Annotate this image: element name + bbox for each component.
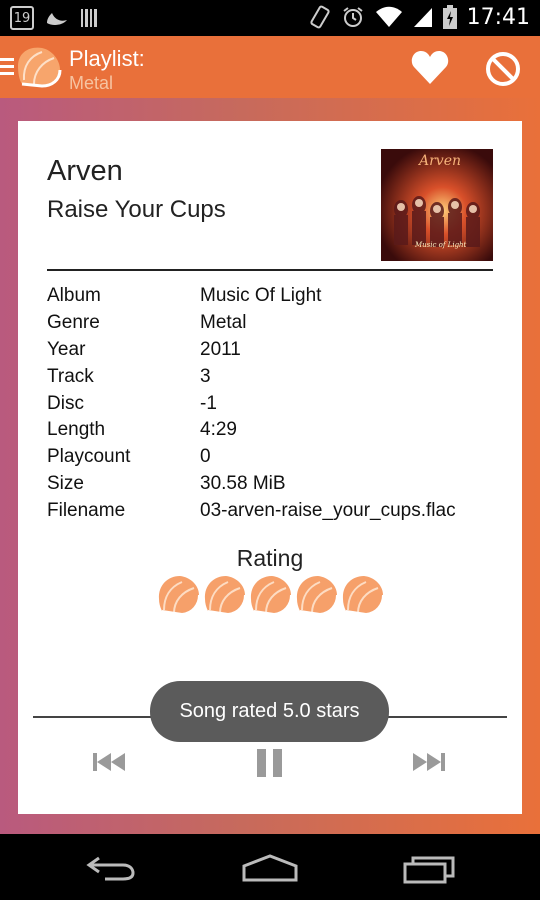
song-title: Raise Your Cups bbox=[47, 196, 226, 223]
metadata-row: Genre Metal bbox=[47, 310, 517, 337]
metadata-value: 03-arven-raise_your_cups.flac bbox=[200, 499, 456, 521]
divider bbox=[47, 269, 493, 271]
metadata-row: Year 2011 bbox=[47, 337, 517, 364]
calendar-icon: 19 bbox=[10, 6, 34, 30]
playback-controls bbox=[18, 747, 522, 787]
barcode-icon bbox=[81, 9, 97, 27]
status-bar: 19 17:41 bbox=[0, 0, 540, 36]
album-art[interactable]: Arven Music of Light bbox=[381, 149, 493, 261]
metadata-key: Genre bbox=[47, 312, 100, 334]
signal-icon bbox=[413, 8, 432, 27]
vibrate-icon bbox=[309, 5, 330, 29]
pause-button[interactable] bbox=[256, 747, 284, 779]
rating-slice-icon[interactable] bbox=[340, 573, 385, 617]
next-track-button[interactable] bbox=[411, 751, 445, 773]
toast-message: Song rated 5.0 stars bbox=[150, 681, 389, 742]
metadata-key: Length bbox=[47, 419, 106, 441]
home-button[interactable] bbox=[240, 854, 300, 882]
app-bar: Playlist: Metal bbox=[0, 36, 540, 103]
menu-icon[interactable] bbox=[0, 58, 14, 79]
metadata-value: 2011 bbox=[200, 338, 241, 360]
previous-track-button[interactable] bbox=[93, 751, 127, 773]
navigation-bar bbox=[0, 834, 540, 900]
clementine-logo-icon[interactable] bbox=[14, 44, 64, 90]
metadata-value: 0 bbox=[200, 446, 211, 468]
wifi-icon bbox=[375, 6, 402, 27]
metadata-value: Metal bbox=[200, 312, 247, 334]
moon-icon bbox=[47, 13, 67, 25]
clock: 17:41 bbox=[466, 4, 530, 30]
metadata-value: 3 bbox=[200, 365, 211, 387]
metadata-value: -1 bbox=[200, 392, 217, 414]
album-art-title: Arven bbox=[419, 153, 462, 169]
metadata-key: Album bbox=[47, 285, 101, 307]
metadata-key: Playcount bbox=[47, 446, 131, 468]
metadata-row: Length 4:29 bbox=[47, 417, 517, 444]
metadata-key: Filename bbox=[47, 499, 126, 521]
recent-apps-button[interactable] bbox=[402, 854, 456, 884]
battery-icon bbox=[442, 5, 457, 29]
playlist-label: Playlist: bbox=[69, 46, 145, 71]
metadata-key: Year bbox=[47, 338, 86, 360]
metadata-row: Playcount 0 bbox=[47, 444, 517, 471]
metadata-key: Disc bbox=[47, 392, 84, 414]
metadata-row: Size 30.58 MiB bbox=[47, 471, 517, 498]
ban-button[interactable] bbox=[484, 50, 522, 88]
alarm-icon bbox=[342, 7, 363, 27]
metadata-row: Disc -1 bbox=[47, 390, 517, 417]
love-button[interactable] bbox=[410, 48, 450, 88]
metadata-key: Track bbox=[47, 365, 94, 387]
rating-label: Rating bbox=[236, 545, 304, 571]
rating-bar[interactable] bbox=[156, 573, 385, 617]
rating-slice-icon[interactable] bbox=[294, 573, 339, 617]
rating-slice-icon[interactable] bbox=[202, 573, 247, 617]
playlist-name: Metal bbox=[69, 73, 114, 93]
metadata-key: Size bbox=[47, 472, 84, 494]
artist-name: Arven bbox=[47, 155, 123, 187]
metadata-value: 4:29 bbox=[200, 419, 237, 441]
metadata-row: Track 3 bbox=[47, 363, 517, 390]
back-button[interactable] bbox=[85, 854, 137, 882]
rating-slice-icon[interactable] bbox=[156, 573, 201, 617]
metadata-table: Album Music Of Light Genre Metal Year 2011 … bbox=[47, 283, 517, 524]
album-art-subtitle: Music of Light bbox=[415, 241, 467, 249]
metadata-row: Filename 03-arven-raise_your_cups.flac bbox=[47, 497, 517, 524]
rating-slice-icon[interactable] bbox=[248, 573, 293, 617]
metadata-row: Album Music Of Light bbox=[47, 283, 517, 310]
metadata-value: 30.58 MiB bbox=[200, 472, 286, 494]
metadata-value: Music Of Light bbox=[200, 285, 322, 307]
